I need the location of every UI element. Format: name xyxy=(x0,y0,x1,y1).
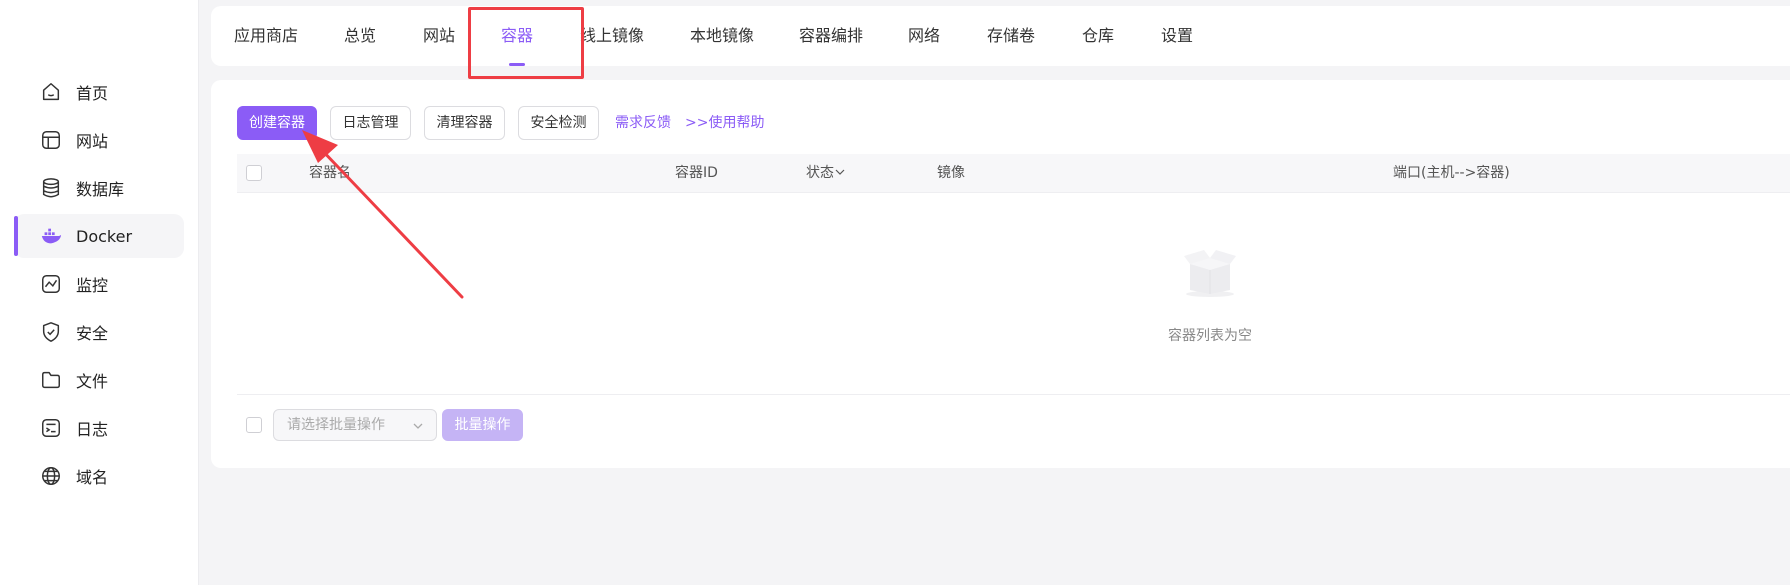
sidebar-item-home[interactable]: 首页 xyxy=(14,70,184,114)
sidebar-item-label: 安全 xyxy=(76,324,109,343)
chevron-down-icon xyxy=(412,410,424,440)
column-header-port: 端口(主机-->容器) xyxy=(1393,165,1510,181)
docker-icon xyxy=(40,225,62,247)
globe-icon xyxy=(40,465,62,487)
sidebar-item-domain[interactable]: 域名 xyxy=(14,454,184,498)
tab-settings[interactable]: 设置 xyxy=(1161,6,1193,66)
column-header-id: 容器ID xyxy=(675,165,718,181)
table-header: 容器名 容器ID 状态 镜像 端口(主机-->容器) xyxy=(237,154,1790,193)
top-tab-bar: 应用商店 总览 网站 容器 线上镜像 本地镜像 容器编排 网络 存储卷 仓库 设… xyxy=(211,6,1790,66)
column-header-image: 镜像 xyxy=(937,165,965,181)
monitor-icon xyxy=(40,273,62,295)
tab-network[interactable]: 网络 xyxy=(908,6,940,66)
sidebar-item-files[interactable]: 文件 xyxy=(14,358,184,402)
clean-containers-button[interactable]: 清理容器 xyxy=(424,106,505,140)
tab-compose[interactable]: 容器编排 xyxy=(799,6,863,66)
tab-volumes[interactable]: 存储卷 xyxy=(987,6,1035,66)
select-all-checkbox[interactable] xyxy=(246,165,262,181)
tab-highlight-box xyxy=(468,7,584,79)
sidebar-item-website[interactable]: 网站 xyxy=(14,118,184,162)
folder-icon xyxy=(40,369,62,391)
help-link[interactable]: >>使用帮助 xyxy=(685,106,764,140)
log-icon xyxy=(40,417,62,439)
column-header-status[interactable]: 状态 xyxy=(806,154,845,192)
tab-website[interactable]: 网站 xyxy=(423,6,455,66)
shield-icon xyxy=(40,321,62,343)
sidebar-item-monitor[interactable]: 监控 xyxy=(14,262,184,306)
tab-overview[interactable]: 总览 xyxy=(344,6,376,66)
sidebar-item-label: 首页 xyxy=(76,84,109,103)
database-icon xyxy=(40,177,62,199)
empty-state-text: 容器列表为空 xyxy=(1168,328,1252,344)
batch-operation-select[interactable]: 请选择批量操作 xyxy=(273,409,437,441)
batch-operation-button[interactable]: 批量操作 xyxy=(442,409,523,441)
tab-registry[interactable]: 仓库 xyxy=(1082,6,1114,66)
column-header-label: 状态 xyxy=(806,165,834,181)
home-icon xyxy=(40,81,62,103)
tab-local-images[interactable]: 本地镜像 xyxy=(690,6,754,66)
tab-online-images[interactable]: 线上镜像 xyxy=(580,6,644,66)
log-management-button[interactable]: 日志管理 xyxy=(330,106,411,140)
sidebar-item-database[interactable]: 数据库 xyxy=(14,166,184,210)
empty-box-icon xyxy=(1180,240,1240,300)
sidebar-item-label: Docker xyxy=(76,226,133,246)
feedback-link[interactable]: 需求反馈 xyxy=(615,106,671,140)
sidebar-item-label: 监控 xyxy=(76,276,109,295)
sidebar-item-label: 文件 xyxy=(76,372,109,391)
sidebar-item-security[interactable]: 安全 xyxy=(14,310,184,354)
security-check-button[interactable]: 安全检测 xyxy=(518,106,599,140)
create-container-button[interactable]: 创建容器 xyxy=(237,106,317,140)
batch-select-placeholder: 请选择批量操作 xyxy=(287,417,385,433)
footer-select-all-checkbox[interactable] xyxy=(246,417,262,433)
sidebar-item-docker[interactable]: Docker xyxy=(14,214,184,258)
table-footer-divider xyxy=(237,394,1790,395)
sidebar: 首页 网站 数据库 Docker 监控 安全 文件 日志 域名 xyxy=(0,0,199,585)
chevron-down-icon xyxy=(835,165,845,181)
sidebar-item-logs[interactable]: 日志 xyxy=(14,406,184,450)
sidebar-item-label: 日志 xyxy=(76,420,109,439)
column-header-name: 容器名 xyxy=(309,165,351,181)
website-icon xyxy=(40,129,62,151)
sidebar-item-label: 域名 xyxy=(76,468,109,487)
tab-app-store[interactable]: 应用商店 xyxy=(234,6,298,66)
sidebar-item-label: 数据库 xyxy=(76,180,125,199)
sidebar-item-label: 网站 xyxy=(76,132,109,151)
